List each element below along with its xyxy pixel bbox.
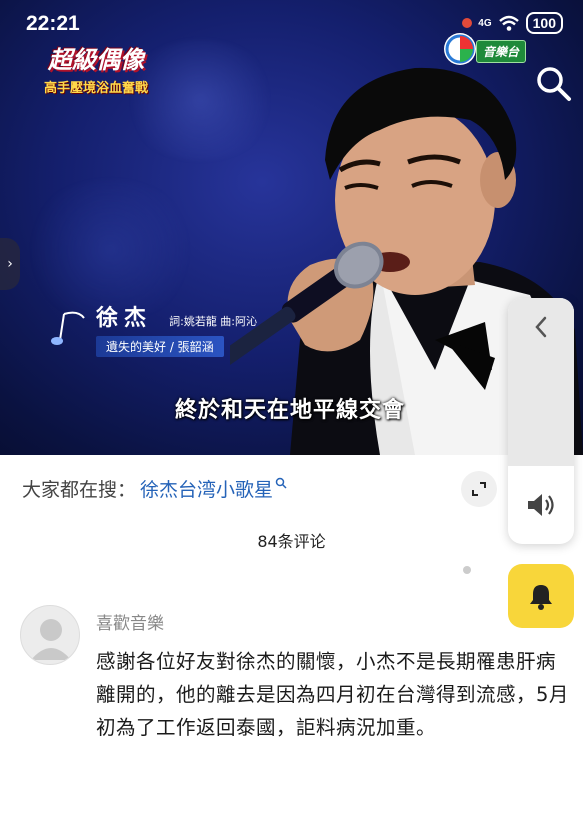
- expand-button[interactable]: [461, 471, 497, 507]
- comment-text: 感謝各位好友對徐杰的關懷，小杰不是長期罹患肝病離開的，他的離去是因為四月初在台灣…: [96, 650, 569, 739]
- notification-dot-icon: [462, 18, 473, 28]
- scroll-indicator: [463, 566, 471, 574]
- show-logo: 超級偶像 高手壓境浴血奮戰: [44, 40, 148, 96]
- lyric-subtitle: 終於和天在地平線交會: [175, 398, 406, 423]
- bell-icon: [530, 585, 552, 610]
- left-expand-tab[interactable]: ›: [0, 238, 20, 290]
- comments-sheet: 大家都在搜： 徐杰台湾小歌星 84条评论 喜歡音樂 感謝各位好友對徐杰的關懷，小…: [0, 455, 583, 819]
- expand-icon: [472, 482, 486, 496]
- collapse-panel-button[interactable]: [508, 298, 574, 466]
- battery-level: 100: [525, 12, 563, 34]
- avatar-icon: [31, 619, 71, 660]
- trending-search-label: 大家都在搜：: [22, 479, 137, 501]
- chevron-right-icon: ›: [7, 256, 13, 272]
- trending-search: 大家都在搜： 徐杰台湾小歌星: [22, 475, 287, 502]
- video-player[interactable]: 22:21 4G 100 超級偶像 高手壓境浴血奮戰 音樂台 徐杰 詞:姚若龍 …: [0, 0, 583, 455]
- comment-username[interactable]: 喜歡音樂: [96, 609, 164, 634]
- chevron-left-icon: [535, 316, 547, 338]
- stage-light: [20, 180, 200, 320]
- show-title: 超級偶像: [48, 45, 144, 74]
- notification-button[interactable]: [508, 564, 574, 628]
- singer-name: 徐杰: [96, 305, 153, 331]
- song-credits: 詞:姚若龍 曲:阿沁: [169, 315, 258, 328]
- status-time: 22:21: [26, 12, 80, 35]
- lower-third: 徐杰 詞:姚若龍 曲:阿沁 遺失的美好 / 張韶涵: [51, 300, 258, 357]
- side-panel: [508, 298, 574, 544]
- speaker-icon: [528, 494, 554, 516]
- show-subtitle: 高手壓境浴血奮戰: [44, 81, 149, 96]
- search-icon: [275, 477, 287, 489]
- comment-count: 84条评论: [257, 532, 326, 551]
- audio-button[interactable]: [508, 466, 574, 544]
- music-note-icon: [51, 311, 85, 345]
- search-icon: [537, 67, 571, 101]
- search-button[interactable]: [532, 62, 576, 106]
- channel-badge: 音樂台: [476, 40, 527, 63]
- avatar[interactable]: [20, 605, 80, 665]
- song-title: 遺失的美好 / 張韶涵: [96, 336, 224, 357]
- network-label: 4G: [478, 17, 492, 29]
- trending-search-link[interactable]: 徐杰台湾小歌星: [140, 475, 273, 502]
